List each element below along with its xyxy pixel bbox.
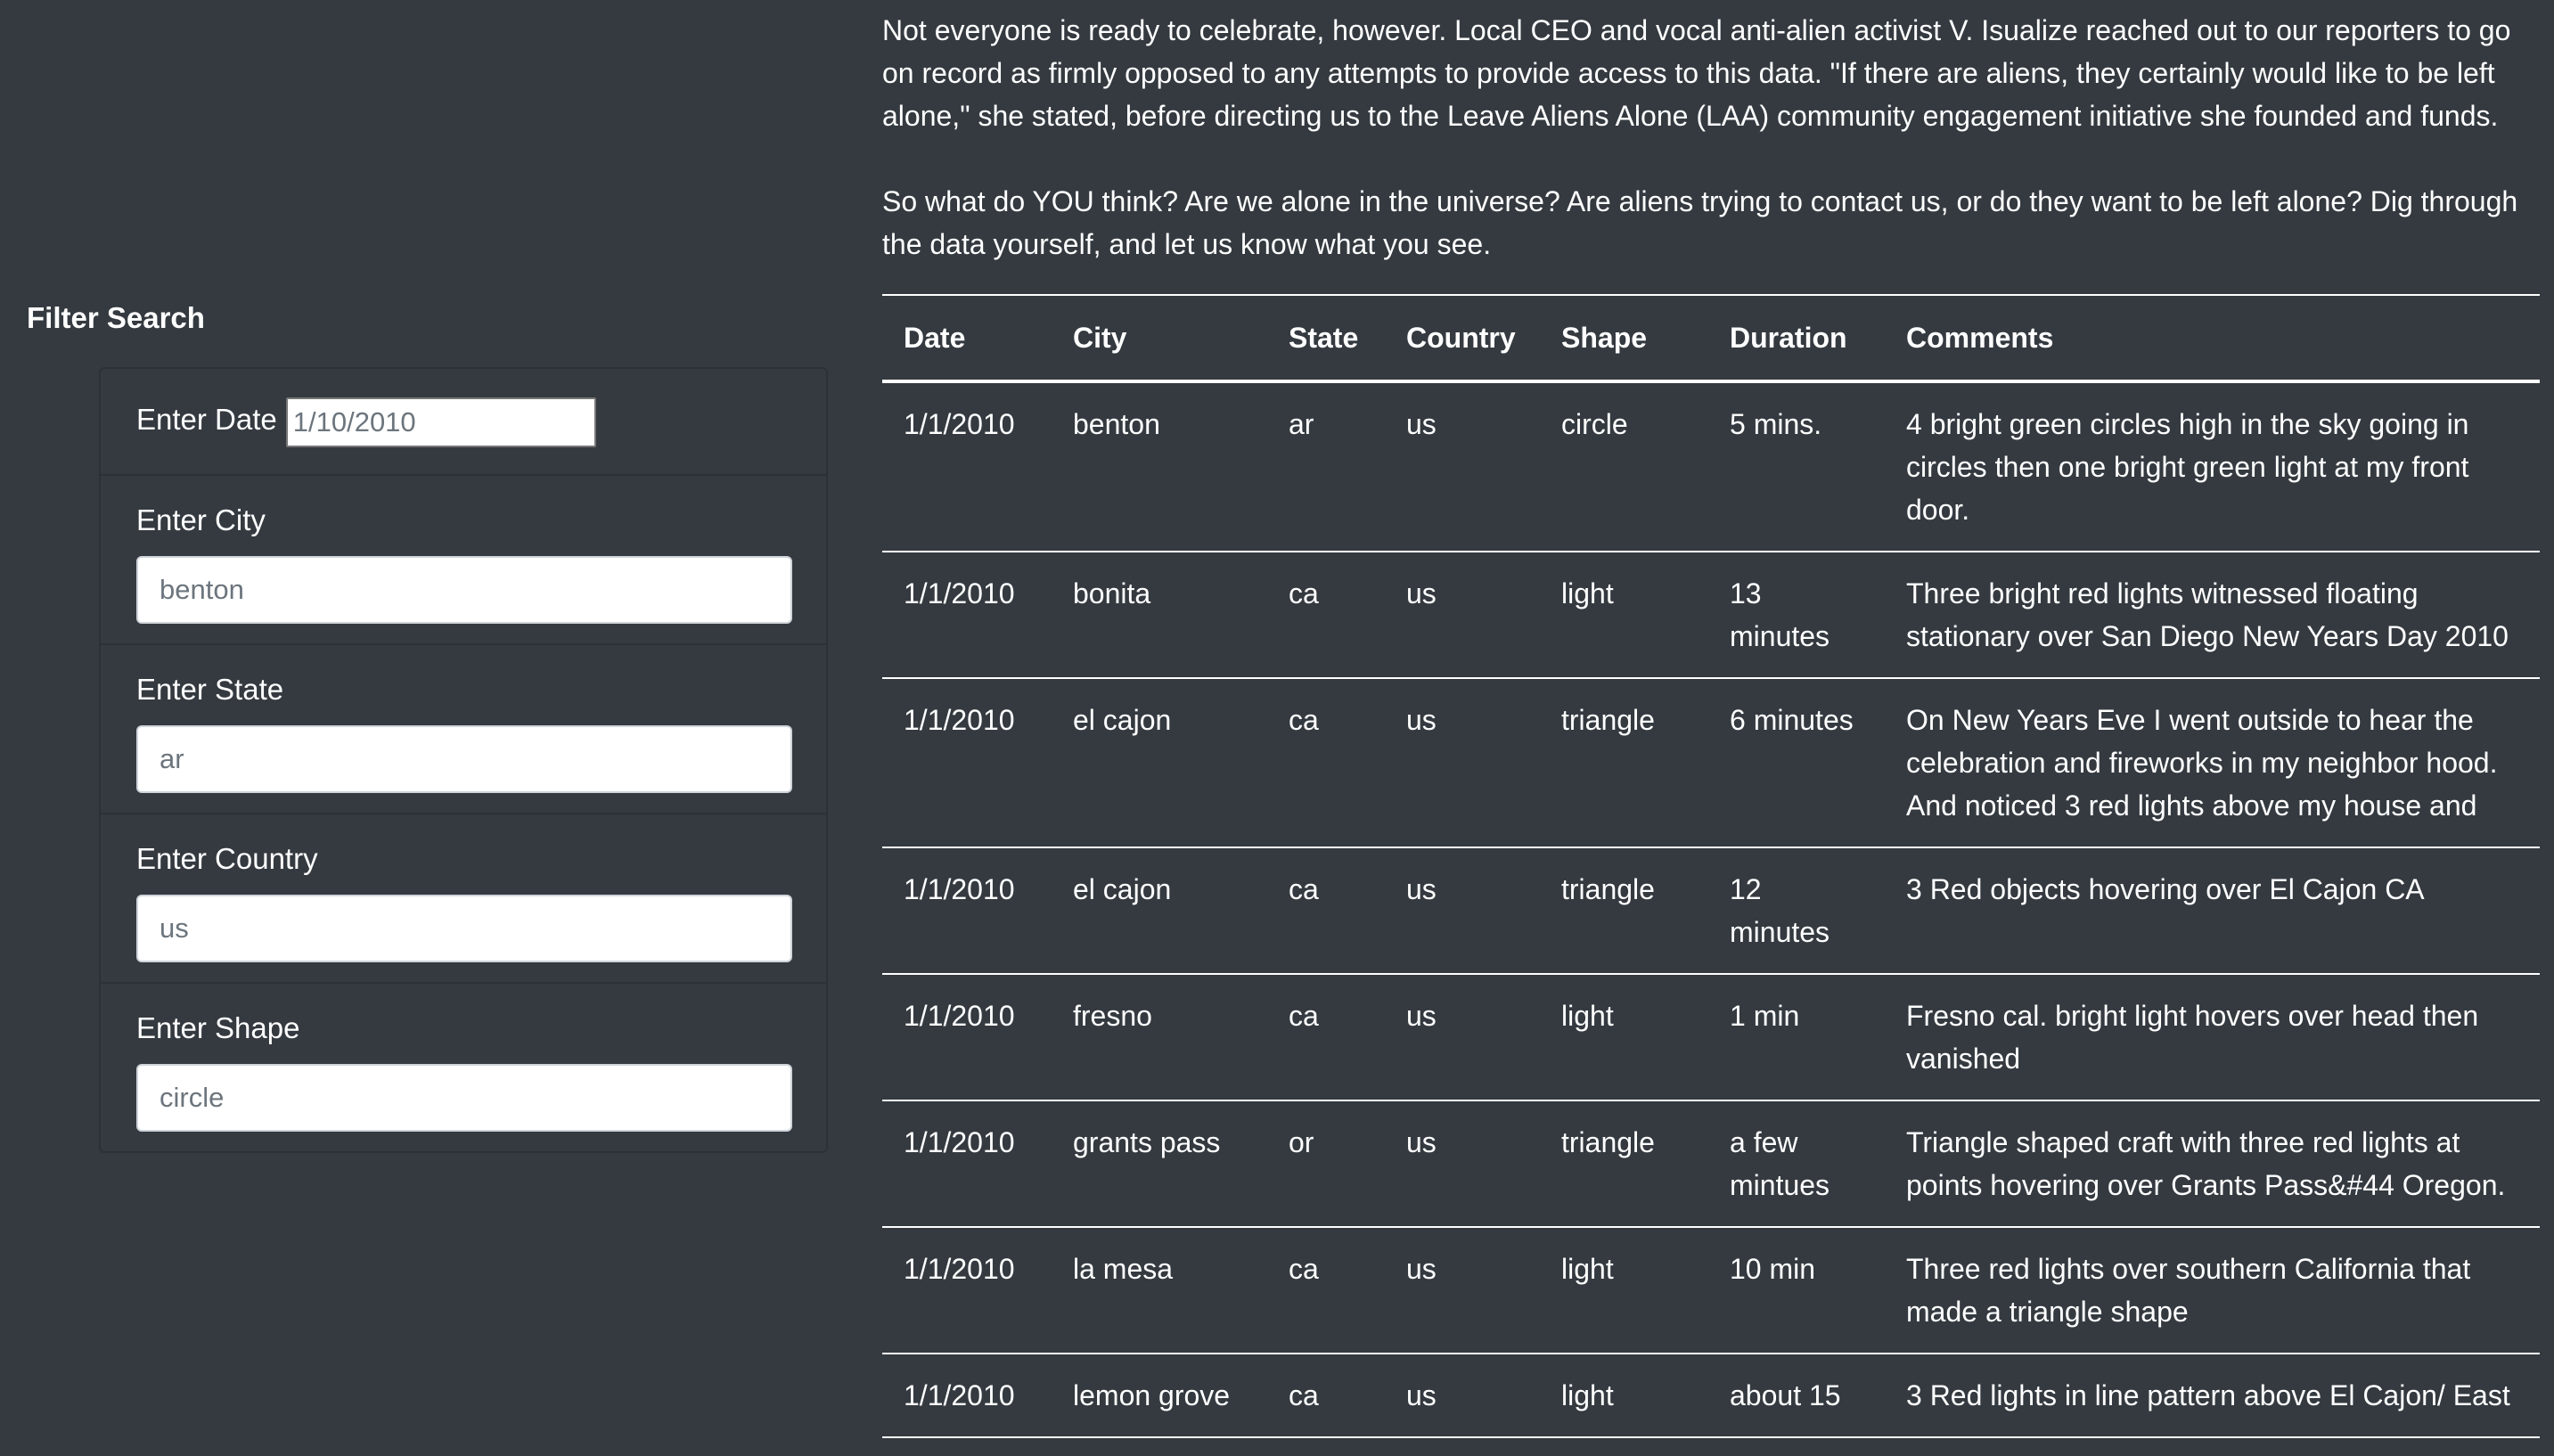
table-row: 1/1/2010 benton ar us circle 5 mins. 4 b… [882, 381, 2540, 552]
cell-country: us [1385, 552, 1540, 679]
table-row: 1/1/2010 bonita ca us light 13 minutes T… [882, 552, 2540, 679]
ufo-table: Date City State Country Shape Duration C… [882, 294, 2540, 1438]
column-header-shape: Shape [1540, 294, 1708, 383]
cell-country: us [1385, 381, 1540, 552]
cell-city: el cajon [1052, 847, 1267, 975]
cell-date: 1/1/2010 [882, 552, 1052, 679]
cell-shape: triangle [1540, 847, 1708, 975]
date-input[interactable] [285, 397, 596, 447]
ufo-table-container: Date City State Country Shape Duration C… [882, 294, 2540, 1438]
cell-city: benton [1052, 381, 1267, 552]
table-row: 1/1/2010 grants pass or us triangle a fe… [882, 1100, 2540, 1228]
cell-duration: 5 mins. [1708, 381, 1885, 552]
date-label: Enter Date [136, 403, 277, 436]
cell-comments: Fresno cal. bright light hovers over hea… [1885, 974, 2540, 1101]
cell-date: 1/1/2010 [882, 1227, 1052, 1354]
cell-shape: light [1540, 1227, 1708, 1354]
cell-comments: 3 Red objects hovering over El Cajon CA [1885, 847, 2540, 975]
cell-duration: about 15 [1708, 1354, 1885, 1438]
state-label: Enter State [136, 673, 284, 706]
table-header: Date City State Country Shape Duration C… [882, 294, 2540, 383]
cell-country: us [1385, 847, 1540, 975]
article-text: Not everyone is ready to celebrate, howe… [882, 9, 2540, 266]
city-input[interactable] [136, 556, 792, 624]
cell-duration: 13 minutes [1708, 552, 1885, 679]
cell-comments: 3 Red lights in line pattern above El Ca… [1885, 1354, 2540, 1438]
cell-date: 1/1/2010 [882, 1100, 1052, 1228]
column-header-country: Country [1385, 294, 1540, 383]
cell-city: fresno [1052, 974, 1267, 1101]
filter-item-state: Enter State [101, 645, 826, 814]
article-paragraph: Not everyone is ready to celebrate, howe… [882, 14, 2511, 132]
cell-duration: 12 minutes [1708, 847, 1885, 975]
country-label: Enter Country [136, 842, 318, 875]
table-body: 1/1/2010 benton ar us circle 5 mins. 4 b… [882, 381, 2540, 1438]
column-header-city: City [1052, 294, 1267, 383]
column-header-date: Date [882, 294, 1052, 383]
cell-date: 1/1/2010 [882, 678, 1052, 848]
cell-city: el cajon [1052, 678, 1267, 848]
cell-comments: Three red lights over southern Californi… [1885, 1227, 2540, 1354]
table-row: 1/1/2010 fresno ca us light 1 min Fresno… [882, 974, 2540, 1101]
cell-date: 1/1/2010 [882, 381, 1052, 552]
filter-list: Enter Date Enter City Enter State Enter … [99, 367, 828, 1153]
cell-duration: 6 minutes [1708, 678, 1885, 848]
filter-search-title: Filter Search [27, 301, 205, 334]
cell-city: grants pass [1052, 1100, 1267, 1228]
cell-date: 1/1/2010 [882, 1354, 1052, 1438]
cell-city: bonita [1052, 552, 1267, 679]
cell-state: ar [1267, 381, 1385, 552]
cell-duration: 1 min [1708, 974, 1885, 1101]
column-header-state: State [1267, 294, 1385, 383]
cell-city: la mesa [1052, 1227, 1267, 1354]
cell-state: ca [1267, 974, 1385, 1101]
cell-comments: On New Years Eve I went outside to hear … [1885, 678, 2540, 848]
city-label: Enter City [136, 503, 266, 536]
cell-state: ca [1267, 847, 1385, 975]
filter-item-date: Enter Date [101, 369, 826, 476]
shape-input[interactable] [136, 1064, 792, 1132]
cell-state: or [1267, 1100, 1385, 1228]
country-input[interactable] [136, 895, 792, 962]
filter-item-country: Enter Country [101, 814, 826, 984]
cell-state: ca [1267, 552, 1385, 679]
column-header-duration: Duration [1708, 294, 1885, 383]
cell-shape: triangle [1540, 678, 1708, 848]
cell-date: 1/1/2010 [882, 847, 1052, 975]
cell-comments: 4 bright green circles high in the sky g… [1885, 381, 2540, 552]
shape-label: Enter Shape [136, 1011, 300, 1044]
cell-duration: a few mintues [1708, 1100, 1885, 1228]
cell-country: us [1385, 1227, 1540, 1354]
filter-item-shape: Enter Shape [101, 984, 826, 1151]
cell-comments: Three bright red lights witnessed floati… [1885, 552, 2540, 679]
table-row: 1/1/2010 la mesa ca us light 10 min Thre… [882, 1227, 2540, 1354]
page: Filter Search Enter Date Enter City Ente… [0, 0, 2554, 1456]
table-header-row: Date City State Country Shape Duration C… [882, 294, 2540, 383]
cell-shape: light [1540, 974, 1708, 1101]
cell-state: ca [1267, 1354, 1385, 1438]
cell-country: us [1385, 1354, 1540, 1438]
cell-shape: circle [1540, 381, 1708, 552]
cell-shape: triangle [1540, 1100, 1708, 1228]
cell-shape: light [1540, 1354, 1708, 1438]
state-input[interactable] [136, 725, 792, 793]
cell-duration: 10 min [1708, 1227, 1885, 1354]
cell-country: us [1385, 1100, 1540, 1228]
cell-shape: light [1540, 552, 1708, 679]
article-paragraph: So what do YOU think? Are we alone in th… [882, 185, 2518, 260]
cell-date: 1/1/2010 [882, 974, 1052, 1101]
table-row: 1/1/2010 el cajon ca us triangle 12 minu… [882, 847, 2540, 975]
cell-country: us [1385, 678, 1540, 848]
cell-city: lemon grove [1052, 1354, 1267, 1438]
cell-state: ca [1267, 1227, 1385, 1354]
table-row: 1/1/2010 el cajon ca us triangle 6 minut… [882, 678, 2540, 848]
cell-country: us [1385, 974, 1540, 1101]
cell-comments: Triangle shaped craft with three red lig… [1885, 1100, 2540, 1228]
filter-item-city: Enter City [101, 476, 826, 645]
column-header-comments: Comments [1885, 294, 2540, 383]
cell-state: ca [1267, 678, 1385, 848]
table-row: 1/1/2010 lemon grove ca us light about 1… [882, 1354, 2540, 1438]
